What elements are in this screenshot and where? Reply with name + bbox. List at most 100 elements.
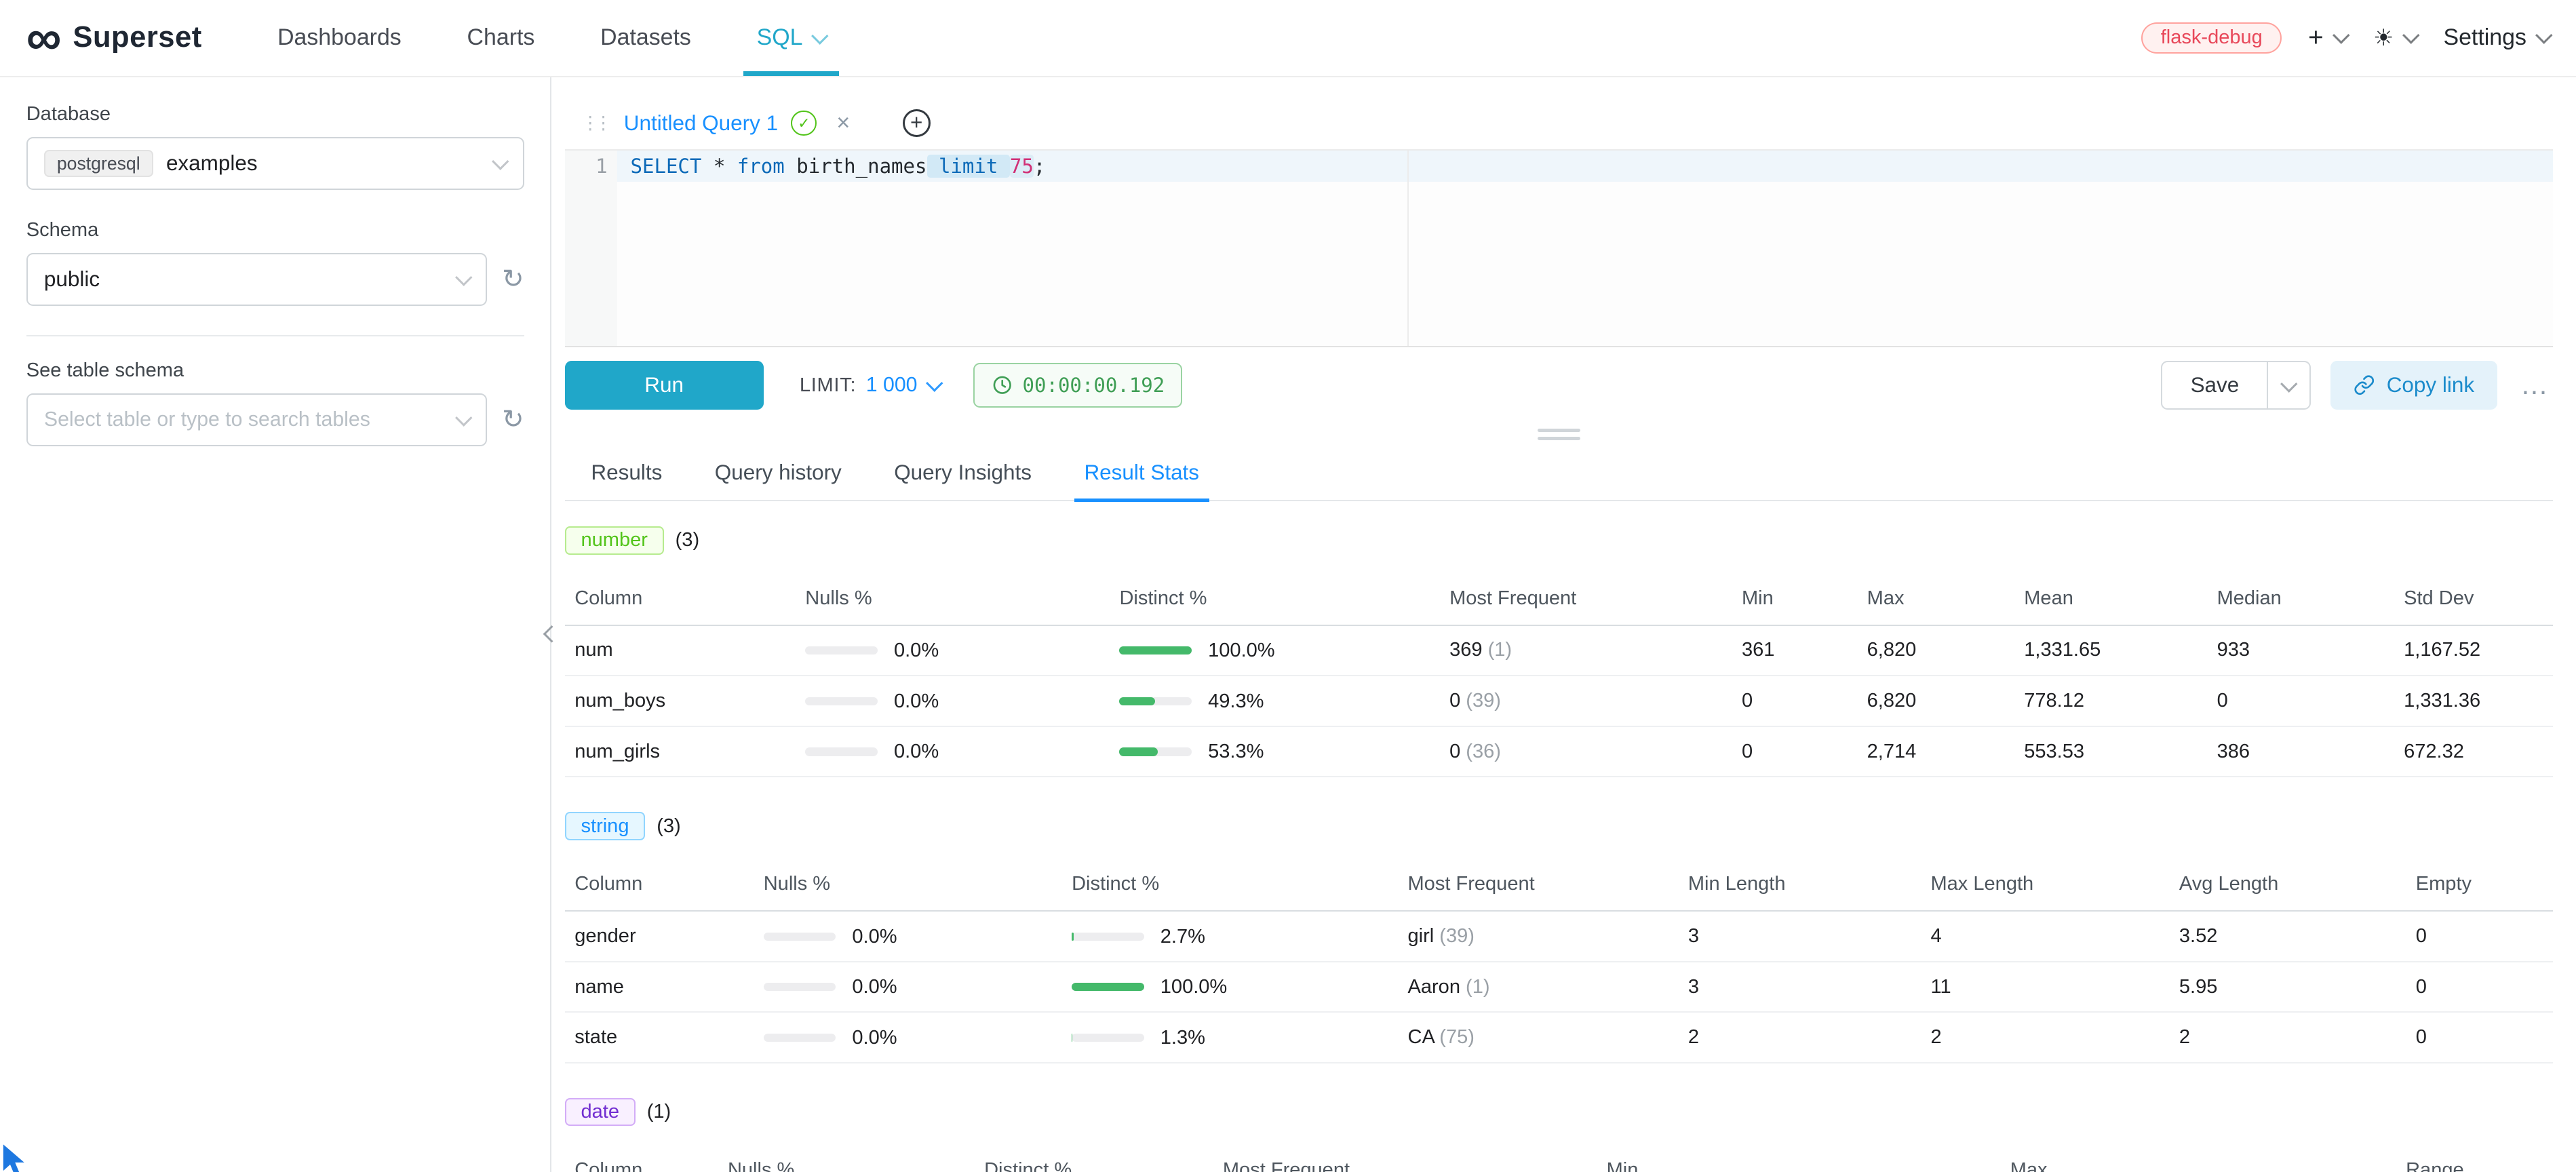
most-frequent-cell: 369 (1) [1440, 625, 1732, 676]
tab-result-stats[interactable]: Result Stats [1058, 446, 1226, 501]
nav-item-datasets[interactable]: Datasets [568, 0, 724, 76]
percent-bar [1072, 1034, 1144, 1042]
column-type-tag: number [565, 526, 664, 555]
toolbar-right: Save Copy link … [2161, 361, 2553, 410]
sql-token: ; [1034, 155, 1045, 178]
percent-text: 0.0% [894, 690, 939, 711]
percent-bar-fill [1119, 697, 1155, 705]
stats-section-header: number(3) [565, 526, 2554, 555]
column-name-cell: num_girls [565, 726, 796, 777]
limit-label: LIMIT: [800, 374, 856, 397]
column-header: Min [1597, 1144, 2000, 1172]
chevron-down-icon [492, 153, 509, 170]
nav-item-sql[interactable]: SQL [724, 0, 859, 76]
schema-select[interactable]: public [26, 253, 488, 305]
most-frequent-count: (39) [1460, 690, 1501, 711]
stat-value-cell: 553.53 [2014, 726, 2207, 777]
navbar-left: ∞ Superset Dashboards Charts Datasets SQ… [26, 0, 859, 76]
column-type-count: (3) [657, 815, 680, 838]
more-options-button[interactable]: … [2517, 369, 2553, 401]
percent-text: 1.3% [1160, 1026, 1205, 1048]
stat-value-cell: 4 [1921, 911, 2169, 962]
chevron-down-icon [2535, 27, 2552, 44]
close-tab-icon[interactable]: × [836, 110, 850, 136]
theme-toggle-menu[interactable]: ☀ [2373, 24, 2417, 52]
database-select[interactable]: postgresql examples [26, 137, 524, 189]
column-type-tag: date [565, 1098, 636, 1127]
body-row: Database postgresql examples Schema publ… [0, 77, 2576, 1172]
stat-value-cell: 3 [1678, 962, 1921, 1013]
column-header: Distinct % [1110, 572, 1440, 625]
query-tab-title: Untitled Query 1 [624, 111, 778, 136]
column-name-cell: num [565, 625, 796, 676]
column-header: Nulls % [718, 1144, 974, 1172]
results-tab-bar: Results Query history Query Insights Res… [565, 446, 2554, 502]
nulls-percent-cell: 0.0% [754, 962, 1061, 1013]
save-button[interactable]: Save [2161, 361, 2268, 410]
column-header: Distinct % [975, 1144, 1213, 1172]
copy-link-button[interactable]: Copy link [2330, 361, 2497, 410]
column-header: Max [1857, 572, 2014, 625]
percent-text: 0.0% [852, 925, 897, 947]
collapse-panel-button[interactable] [539, 616, 565, 652]
most-frequent-value: Aaron [1408, 976, 1460, 998]
most-frequent-value: 369 [1449, 639, 1482, 661]
pane-resize-handle[interactable] [565, 423, 2554, 446]
column-header: Most Frequent [1398, 859, 1678, 912]
most-frequent-count: (1) [1460, 976, 1490, 998]
percent-text: 100.0% [1160, 976, 1227, 998]
navbar-right: flask-debug + ☀ Settings [2141, 22, 2550, 54]
stats-row: name0.0%100.0%Aaron (1)3115.950 [565, 962, 2554, 1013]
nulls-percent-cell: 0.0% [754, 911, 1061, 962]
limit-dropdown[interactable]: LIMIT: 1 000 [800, 374, 941, 397]
run-button[interactable]: Run [565, 361, 764, 410]
tab-query-history[interactable]: Query history [688, 446, 867, 501]
nav-item-dashboards[interactable]: Dashboards [245, 0, 434, 76]
refresh-schemas-icon[interactable]: ↻ [502, 267, 524, 293]
settings-menu[interactable]: Settings [2444, 24, 2550, 51]
nav-item-charts[interactable]: Charts [434, 0, 568, 76]
table-select[interactable]: Select table or type to search tables [26, 393, 488, 446]
database-select-value: examples [166, 151, 258, 176]
column-header: Column [565, 572, 796, 625]
nulls-percent-cell: 0.0% [796, 625, 1110, 676]
stat-value-cell: 0 [2406, 962, 2553, 1013]
tab-query-insights[interactable]: Query Insights [868, 446, 1058, 501]
stat-value-cell: 361 [1732, 625, 1857, 676]
column-header: Max [2000, 1144, 2396, 1172]
percent-bar [1072, 983, 1144, 991]
print-margin-line [1407, 151, 1409, 346]
most-frequent-cell: 0 (39) [1440, 676, 1732, 726]
sql-editor[interactable]: 1 SELECT * from birth_names limit 75; [565, 151, 2554, 347]
stats-section-number: number(3)ColumnNulls %Distinct %Most Fre… [565, 526, 2554, 778]
refresh-tables-icon[interactable]: ↻ [502, 407, 524, 433]
new-item-menu[interactable]: + [2308, 23, 2347, 53]
most-frequent-count: (1) [1483, 639, 1513, 661]
stat-value-cell: 2,714 [1857, 726, 2014, 777]
column-header: Nulls % [796, 572, 1110, 625]
line-number: 1 [565, 151, 608, 182]
column-type-tag: string [565, 812, 646, 840]
saved-check-icon: ✓ [791, 111, 817, 136]
stat-value-cell: 0 [1732, 676, 1857, 726]
tab-results[interactable]: Results [565, 446, 688, 501]
save-dropdown-button[interactable] [2268, 361, 2311, 410]
table-select-placeholder: Select table or type to search tables [44, 408, 370, 431]
most-frequent-count: (39) [1434, 925, 1475, 947]
sql-token: limit [927, 155, 1010, 178]
superset-logo[interactable]: ∞ Superset [26, 14, 202, 63]
schema-label: Schema [26, 219, 524, 241]
percent-bar [1119, 697, 1192, 705]
percent-bar-fill [1072, 933, 1074, 941]
chevron-down-icon [455, 269, 472, 286]
settings-label: Settings [2444, 24, 2526, 51]
percent-text: 0.0% [852, 976, 897, 998]
schema-select-value: public [44, 267, 100, 292]
percent-bar [764, 933, 836, 941]
distinct-percent-cell: 49.3% [1110, 676, 1440, 726]
query-tab-bar: ⋮⋮ Untitled Query 1 ✓ × + [565, 97, 2554, 151]
query-tab[interactable]: ⋮⋮ Untitled Query 1 ✓ × [565, 97, 867, 149]
chevron-down-icon [2333, 27, 2349, 44]
add-tab-button[interactable]: + [903, 109, 931, 137]
chevron-down-icon [812, 27, 829, 44]
